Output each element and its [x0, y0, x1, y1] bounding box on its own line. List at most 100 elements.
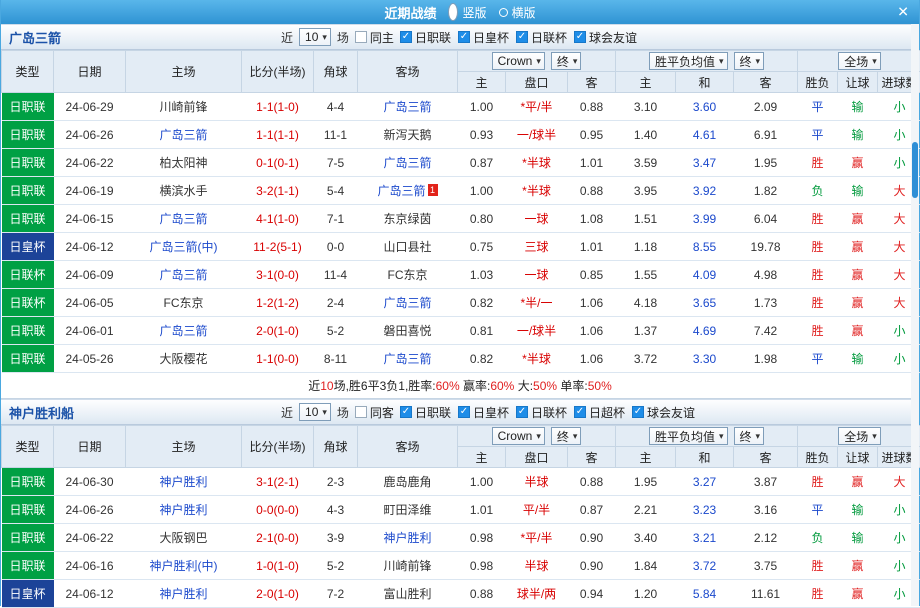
away-team-name[interactable]: 山口县社	[383, 240, 431, 254]
away-team-name[interactable]: 广岛三箭	[383, 100, 431, 114]
col-header-home: 主场	[126, 51, 242, 93]
win-odds-cell: 1.40	[616, 121, 676, 149]
checkbox-icon[interactable]: ✓	[458, 31, 470, 43]
radio-vertical-icon[interactable]	[448, 3, 458, 21]
recent-count-select[interactable]: 10 ▾	[299, 403, 331, 421]
league-filter-日皇杯[interactable]: ✓日皇杯	[458, 404, 509, 421]
scope-select[interactable]: 全场 ▾	[838, 52, 881, 70]
home-team-name[interactable]: 川崎前锋	[159, 100, 207, 114]
away-team-name[interactable]: 广岛三箭	[383, 296, 431, 310]
home-team-name[interactable]: 大阪钢巴	[159, 531, 207, 545]
home-team-name[interactable]: 神户胜利	[159, 503, 207, 517]
away-team-name[interactable]: 町田泽维	[383, 503, 431, 517]
wdl-average-select[interactable]: 胜平负均值 ▾	[649, 427, 728, 445]
league-filter-日联杯[interactable]: ✓日联杯	[516, 404, 567, 421]
same-venue-filter[interactable]: 同客	[355, 404, 394, 421]
away-team-name[interactable]: 磐田喜悦	[383, 324, 431, 338]
handicap-away-odds-cell: 0.94	[568, 580, 616, 608]
lose-odds-cell: 2.12	[734, 524, 798, 552]
home-team-name[interactable]: 大阪樱花	[159, 352, 207, 366]
checkbox-icon[interactable]: ✓	[400, 406, 412, 418]
away-team-name[interactable]: 东京绿茵	[383, 212, 431, 226]
bookmaker-select-value: Crown	[498, 429, 533, 443]
radio-horizontal-icon[interactable]	[499, 8, 508, 17]
scrollbar-track[interactable]	[911, 24, 919, 606]
away-team-name[interactable]: 富山胜利	[383, 587, 431, 601]
handicap-away-odds-cell: 1.06	[568, 317, 616, 345]
wdl-average-select[interactable]: 胜平负均值 ▾	[649, 52, 728, 70]
home-team-name[interactable]: 柏太阳神	[159, 156, 207, 170]
home-team-name[interactable]: 神户胜利(中)	[150, 559, 218, 573]
away-team-name[interactable]: 神户胜利	[383, 531, 431, 545]
handicap-final-select[interactable]: 终 ▾	[551, 52, 582, 70]
league-filter-球会友谊[interactable]: ✓球会友谊	[632, 404, 695, 421]
col-header-win: 主	[616, 447, 676, 468]
away-team-name[interactable]: FC东京	[388, 268, 428, 282]
home-team-name[interactable]: 广岛三箭	[159, 212, 207, 226]
layout-radio-horizontal[interactable]: 横版	[499, 4, 536, 21]
home-team-name[interactable]: 神户胜利	[159, 475, 207, 489]
league-filter-日皇杯[interactable]: ✓日皇杯	[458, 29, 509, 46]
result-cell: 平	[798, 93, 838, 121]
score-cell: 0-0(0-0)	[242, 496, 314, 524]
lose-odds-cell: 1.73	[734, 289, 798, 317]
handicap-result-cell: 输	[838, 93, 878, 121]
recent-label: 近	[281, 29, 293, 46]
checkbox-icon[interactable]: ✓	[632, 406, 644, 418]
wdl-final-select[interactable]: 终 ▾	[734, 52, 765, 70]
checkbox-icon[interactable]: ✓	[574, 406, 586, 418]
home-team-name[interactable]: 广岛三箭(中)	[150, 240, 218, 254]
summary-text: 50%	[588, 379, 612, 393]
checkbox-icon[interactable]: ✓	[400, 31, 412, 43]
away-team-name[interactable]: 川崎前锋	[383, 559, 431, 573]
away-team-cell: 新泻天鹅	[358, 121, 458, 149]
home-team-name[interactable]: 广岛三箭	[159, 324, 207, 338]
home-team-name[interactable]: 神户胜利	[159, 587, 207, 601]
league-type-cell: 日职联	[2, 524, 54, 552]
home-team-cell: 神户胜利	[126, 496, 242, 524]
lose-odds-cell: 11.61	[734, 580, 798, 608]
handicap-final-select[interactable]: 终 ▾	[551, 427, 582, 445]
home-team-cell: 横滨水手	[126, 177, 242, 205]
corners-cell: 2-3	[314, 468, 358, 496]
wdl-final-select[interactable]: 终 ▾	[734, 427, 765, 445]
away-team-name[interactable]: 广岛三箭	[377, 184, 425, 198]
layout-radio-vertical[interactable]: 竖版	[448, 3, 486, 21]
checkbox-icon[interactable]: ✓	[458, 406, 470, 418]
scope-select[interactable]: 全场 ▾	[838, 427, 881, 445]
home-team-name[interactable]: 广岛三箭	[159, 268, 207, 282]
home-team-name[interactable]: 广岛三箭	[159, 128, 207, 142]
away-team-name[interactable]: 新泻天鹅	[383, 128, 431, 142]
same-venue-checkbox[interactable]	[355, 406, 367, 418]
draw-odds-cell: 3.72	[676, 552, 734, 580]
home-team-name[interactable]: FC东京	[164, 296, 204, 310]
league-filter-日联杯[interactable]: ✓日联杯	[516, 29, 567, 46]
win-odds-cell: 3.95	[616, 177, 676, 205]
league-filter-球会友谊[interactable]: ✓球会友谊	[574, 29, 637, 46]
team-section: 广岛三箭 近 10 ▾ 场 同主 ✓日职联✓日皇杯✓日联杯✓球会友谊 类型 日	[1, 24, 919, 399]
summary-text: 10	[320, 379, 333, 393]
bookmaker-select[interactable]: Crown ▾	[492, 52, 545, 70]
league-filter-日职联[interactable]: ✓日职联	[400, 404, 451, 421]
same-venue-checkbox[interactable]	[355, 31, 367, 43]
lose-odds-cell: 1.98	[734, 345, 798, 373]
handicap-home-odds-cell: 0.81	[458, 317, 506, 345]
checkbox-icon[interactable]: ✓	[574, 31, 586, 43]
league-filter-日职联[interactable]: ✓日职联	[400, 29, 451, 46]
away-team-name[interactable]: 广岛三箭	[383, 156, 431, 170]
league-type-cell: 日皇杯	[2, 233, 54, 261]
league-filter-日超杯[interactable]: ✓日超杯	[574, 404, 625, 421]
recent-unit-label: 场	[337, 404, 349, 421]
scrollbar-thumb[interactable]	[912, 142, 918, 198]
same-venue-filter[interactable]: 同主	[355, 29, 394, 46]
away-team-name[interactable]: 鹿岛鹿角	[383, 475, 431, 489]
bookmaker-select[interactable]: Crown ▾	[492, 427, 545, 445]
handicap-cell: 半球	[506, 468, 568, 496]
checkbox-icon[interactable]: ✓	[516, 31, 528, 43]
checkbox-icon[interactable]: ✓	[516, 406, 528, 418]
away-team-name[interactable]: 广岛三箭	[383, 352, 431, 366]
close-icon[interactable]: ✕	[897, 4, 909, 21]
recent-count-select[interactable]: 10 ▾	[299, 28, 331, 46]
match-date-cell: 24-06-09	[54, 261, 126, 289]
home-team-name[interactable]: 横滨水手	[159, 184, 207, 198]
